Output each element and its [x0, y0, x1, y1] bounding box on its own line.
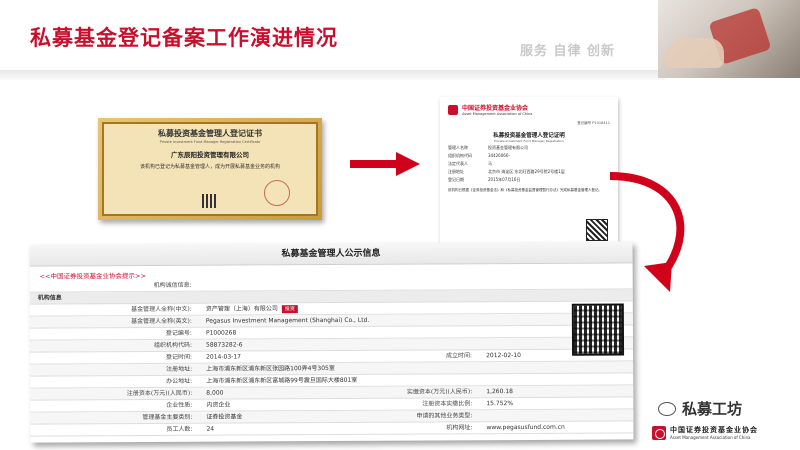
field-value — [480, 409, 633, 421]
proof-field-label: 组织机构代码 — [448, 153, 472, 158]
field-value: 资产管理（上海）有限公司 投资 — [200, 301, 633, 314]
proof-field-label: 法定代表人 — [448, 161, 468, 166]
field-label: 实缴资本(万元)(人民币): — [406, 388, 473, 396]
slide: 私募基金登记备案工作演进情况 服务 自律 创新 私募投资基金管理人登记证书 Pr… — [0, 0, 800, 450]
proof-field-row: 组织机构代码 34426066- — [448, 152, 610, 159]
disclosure-title: 私募基金管理人公示信息 — [29, 241, 633, 267]
right-arrow-icon — [350, 152, 420, 176]
field-value: www.pegasusfund.com.cn — [486, 423, 565, 432]
qr-code-icon — [571, 303, 625, 356]
certificate-company: 广东辰阳投资管理有限公司 — [171, 151, 249, 159]
amac-logo: 中国证券投资基金业协会 Asset Management Association… — [448, 103, 610, 116]
proof-org-name: 中国证券投资基金业协会 — [462, 105, 529, 112]
field-label: 办公地址: — [166, 377, 193, 385]
field-label: 注册地址: — [166, 365, 193, 373]
slide-title: 私募基金登记备案工作演进情况 — [30, 26, 338, 50]
qr-code-icon — [586, 219, 608, 241]
field-label: 注册资本(万元)(人民币): — [126, 389, 193, 398]
seal-icon — [264, 180, 290, 206]
certificate-body: 该机构已登记为私募基金管理人，成为开展私募基金业务的机构 — [139, 164, 280, 170]
field-label: 申请的其他业务类型: — [416, 412, 473, 420]
footer-org-name-en: Asset Management Association of China — [670, 435, 751, 440]
certificate-frame: 私募投资基金管理人登记证书 Private Investment Fund Ma… — [102, 122, 318, 216]
proof-field-label: 注册地址 — [448, 169, 464, 174]
proof-note: 依机构已根据《证券投资基金法》和《私募投资基金监督管理暂行办法》完成私募基金管理… — [448, 188, 602, 192]
field-label: 成立时间: — [446, 352, 473, 360]
field-label: 机构诚信信息: — [153, 281, 192, 289]
proof-field-value: 北京市 海淀区 东北旺西路29号院2号楼1层 — [488, 169, 565, 174]
field-label: 登记时间: — [166, 353, 193, 361]
qr-code-icon — [202, 194, 216, 208]
corner-decoration-image — [658, 0, 800, 78]
proof-field-value: 2015年07月16日 — [488, 177, 521, 182]
field-label: 员工人数: — [166, 425, 193, 433]
wechat-branding: 私募工坊 — [658, 398, 742, 419]
field-value: 15.752% — [486, 400, 514, 408]
wechat-icon — [658, 401, 676, 416]
field-label: 企业性质: — [166, 401, 193, 409]
field-value: Pegasus Investment Management (Shanghai)… — [205, 316, 370, 325]
motto-text: 服务 自律 创新 — [520, 44, 616, 59]
field-value: 1,260.18 — [486, 388, 513, 396]
proof-title: 私募投资基金管理人登记证明 — [493, 133, 565, 139]
footer-logo: 中国证券投资基金业协会 Asset Management Association… — [652, 425, 758, 440]
proof-field-label: 管理人名称 — [448, 145, 468, 150]
wechat-account-name: 私募工坊 — [682, 400, 743, 418]
field-value: 上海市浦东新区浦东新区富城路99号震旦国际大楼801室 — [206, 376, 358, 385]
proof-field-value: 投资基金管理有限公司 — [488, 145, 528, 150]
registration-certificate-image: 私募投资基金管理人登记证书 Private Investment Fund Ma… — [98, 118, 322, 220]
field-value: 8,000 — [206, 389, 224, 397]
proof-field-row: 注册地址 北京市 海淀区 东北旺西路29号院2号楼1层 — [448, 168, 610, 175]
field-label: 注册资本实缴比例: — [422, 400, 473, 408]
amac-logo-icon — [448, 104, 458, 115]
proof-field-value: 34426066- — [488, 153, 510, 158]
field-label: 基金管理人全称(中文): — [131, 305, 192, 314]
proof-number: 登记编号 P1018411 — [577, 121, 610, 125]
proof-field-value: 马 — [488, 161, 492, 166]
footer-org-name: 中国证券投资基金业协会 — [670, 426, 758, 434]
field-label: 登记编号: — [165, 329, 192, 337]
field-label: 管理基金主要类别: — [142, 413, 193, 421]
table-row: 员工人数: 24 机构网址: www.pegasusfund.com.cn — [30, 421, 634, 437]
certificate-title: 私募投资基金管理人登记证书 — [158, 128, 262, 138]
hand-image — [664, 38, 724, 68]
field-value: 上海市浦东新区浦东新区张园路100弄4号305室 — [206, 364, 335, 373]
amac-logo-icon — [652, 425, 666, 440]
proof-title-en: Private Investment Fund Manager Registra… — [494, 139, 564, 143]
disclosure-rows: 机构诚信信息: 机构信息 基金管理人全称(中文): 资产管理（上海）有限公司 投资 基金管… — [29, 277, 634, 437]
proof-field-label: 登记日期 — [448, 177, 464, 182]
field-label: 基金管理人全称(英文): — [131, 317, 192, 326]
field-value — [200, 277, 633, 290]
status-badge: 投资 — [281, 305, 298, 314]
proof-org-name-en: Asset Management Association of China — [462, 112, 533, 116]
field-value: 58873282-6 — [205, 341, 243, 349]
field-value: 24 — [206, 425, 215, 433]
field-label: 机构网址: — [446, 424, 473, 432]
field-value: 内资企业 — [206, 401, 231, 409]
field-value: P1000268 — [205, 329, 237, 337]
registration-proof-document: 中国证券投资基金业协会 Asset Management Association… — [440, 97, 618, 249]
proof-field-row: 管理人名称 投资基金管理有限公司 — [448, 144, 610, 151]
proof-field-row: 法定代表人 马 — [448, 160, 610, 167]
field-label: 组织机构代码: — [153, 341, 193, 349]
field-value: 证券投资基金 — [206, 413, 243, 421]
field-value: 2014-03-17 — [206, 353, 241, 361]
proof-field-row: 登记日期 2015年07月16日 — [448, 176, 610, 183]
proof-field-list: 管理人名称 投资基金管理有限公司组织机构代码 34426066- 法定代表人 马注册地址… — [448, 144, 610, 183]
header-divider — [0, 70, 665, 80]
certificate-title-en: Private Investment Fund Manager Registra… — [159, 140, 261, 144]
disclosure-info-table: 私募基金管理人公示信息 <<中国证券投资基金业协会提示>> 机构诚信信息: 机构信… — [29, 241, 634, 443]
